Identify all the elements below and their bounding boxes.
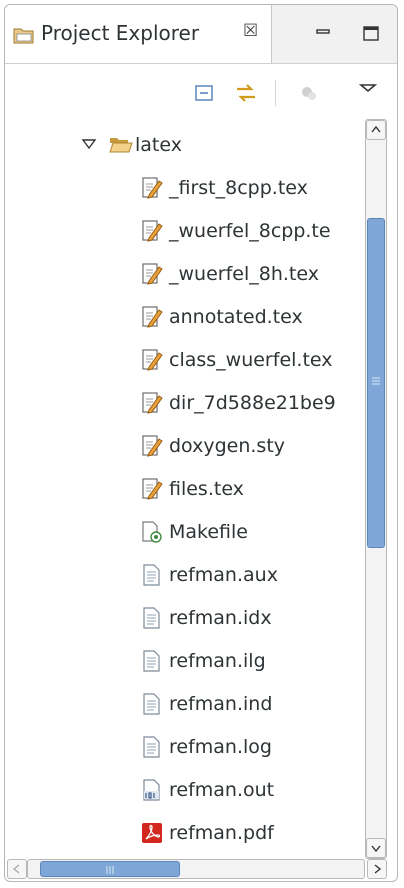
tree-item-label: refman.pdf bbox=[169, 822, 274, 844]
scroll-right-button[interactable] bbox=[367, 859, 387, 879]
project-explorer-view: Project Explorer ☒ latex _first_8cpp.tex… bbox=[4, 4, 398, 882]
link-with-editor-icon[interactable] bbox=[233, 80, 259, 106]
vertical-scroll-thumb[interactable] bbox=[367, 218, 385, 548]
collapse-all-icon[interactable] bbox=[191, 80, 217, 106]
expand-toggle-icon[interactable] bbox=[81, 136, 97, 155]
view-menu-icon[interactable] bbox=[355, 76, 381, 102]
tree-item[interactable]: refman.aux bbox=[5, 554, 365, 597]
makefile-icon bbox=[141, 520, 163, 544]
tex-file-icon bbox=[141, 434, 163, 458]
horizontal-scroll-thumb[interactable] bbox=[40, 861, 180, 877]
close-view-icon[interactable]: ☒ bbox=[243, 21, 258, 41]
toolbar-separator bbox=[275, 80, 276, 106]
tree-item-label: annotated.tex bbox=[169, 306, 303, 328]
text-file-icon bbox=[141, 735, 163, 759]
tree-item[interactable]: refman.log bbox=[5, 726, 365, 769]
scroll-down-button[interactable] bbox=[366, 838, 386, 858]
tree-item[interactable]: class_wuerfel.tex bbox=[5, 339, 365, 382]
tex-file-icon bbox=[141, 262, 163, 286]
tree-item[interactable]: refman.pdf bbox=[5, 812, 365, 850]
tree-item[interactable]: Makefile bbox=[5, 511, 365, 554]
tex-file-icon bbox=[141, 176, 163, 200]
open-folder-icon bbox=[109, 134, 133, 158]
tex-file-icon bbox=[141, 391, 163, 415]
tree-item-label: refman.out bbox=[169, 779, 275, 801]
tree-item[interactable]: _wuerfel_8cpp.te bbox=[5, 210, 365, 253]
project-explorer-tab[interactable]: Project Explorer ☒ bbox=[5, 5, 272, 63]
scroll-up-button[interactable] bbox=[366, 120, 386, 140]
tree-item-label: class_wuerfel.tex bbox=[169, 349, 333, 371]
tree-item-label: _first_8cpp.tex bbox=[169, 177, 308, 199]
tree-item-label: _wuerfel_8h.tex bbox=[169, 263, 319, 285]
tree-folder-label: latex bbox=[135, 134, 182, 156]
tex-file-icon bbox=[141, 477, 163, 501]
tree-item[interactable]: refman.out bbox=[5, 769, 365, 812]
tree-item[interactable]: refman.idx bbox=[5, 597, 365, 640]
tree-item-label: refman.ind bbox=[169, 693, 273, 715]
tree-item[interactable]: dir_7d588e21be9 bbox=[5, 382, 365, 425]
minimize-icon[interactable] bbox=[309, 19, 337, 47]
binary-file-icon bbox=[141, 778, 163, 802]
tree-item[interactable]: doxygen.sty bbox=[5, 425, 365, 468]
tree-item-label: Makefile bbox=[169, 521, 248, 543]
text-file-icon bbox=[141, 692, 163, 716]
focus-on-active-task-icon[interactable] bbox=[295, 80, 321, 106]
tree-item[interactable]: _wuerfel_8h.tex bbox=[5, 253, 365, 296]
maximize-icon[interactable] bbox=[357, 19, 385, 47]
tree-item-label: refman.aux bbox=[169, 564, 278, 586]
text-file-icon bbox=[141, 649, 163, 673]
view-tab-bar: Project Explorer ☒ bbox=[5, 5, 397, 64]
tree-folder-latex[interactable]: latex bbox=[5, 124, 365, 167]
tree-item-label: refman.ilg bbox=[169, 650, 266, 672]
tree-item[interactable]: annotated.tex bbox=[5, 296, 365, 339]
tree-item-label: refman.log bbox=[169, 736, 272, 758]
scroll-left-button[interactable] bbox=[7, 859, 27, 879]
project-tree: latex _first_8cpp.tex _wuerfel_8cpp.te _wu… bbox=[5, 120, 365, 850]
tree-item[interactable]: refman.ilg bbox=[5, 640, 365, 683]
tree-item-label: _wuerfel_8cpp.te bbox=[169, 220, 331, 242]
horizontal-scrollbar[interactable] bbox=[27, 859, 365, 879]
tree-item[interactable]: _first_8cpp.tex bbox=[5, 167, 365, 210]
tree-item-label: dir_7d588e21be9 bbox=[169, 392, 336, 414]
pdf-file-icon bbox=[141, 821, 163, 845]
tree-item[interactable]: files.tex bbox=[5, 468, 365, 511]
view-title: Project Explorer bbox=[41, 21, 200, 45]
view-toolbar bbox=[5, 64, 397, 120]
tex-file-icon bbox=[141, 305, 163, 329]
tex-file-icon bbox=[141, 348, 163, 372]
text-file-icon bbox=[141, 563, 163, 587]
folder-view-icon bbox=[13, 26, 35, 48]
text-file-icon bbox=[141, 606, 163, 630]
tree-item-label: doxygen.sty bbox=[169, 435, 286, 457]
tree-item[interactable]: refman.ind bbox=[5, 683, 365, 726]
tree-item-label: refman.idx bbox=[169, 607, 272, 629]
tree-item-label: files.tex bbox=[169, 478, 244, 500]
tex-file-icon bbox=[141, 219, 163, 243]
vertical-scrollbar[interactable] bbox=[365, 119, 387, 859]
